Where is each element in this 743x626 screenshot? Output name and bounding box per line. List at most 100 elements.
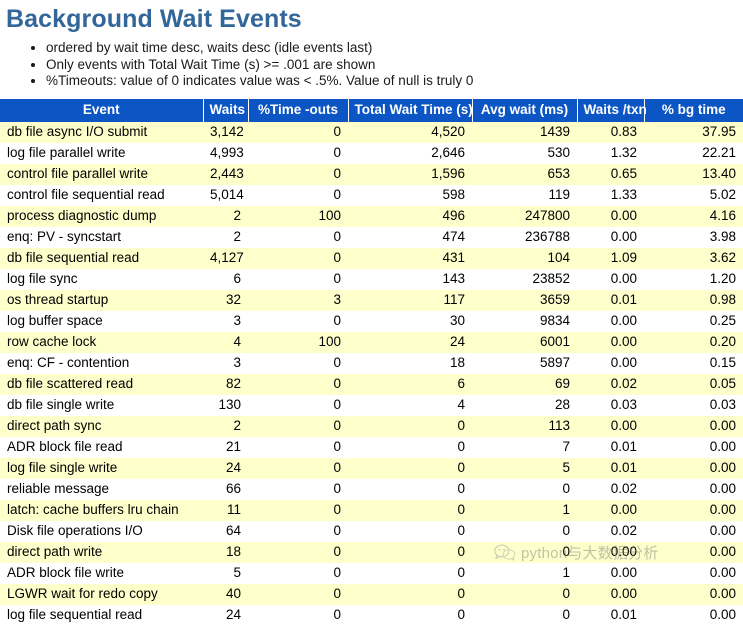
cell-value: 0.00 <box>577 332 644 354</box>
column-header-avg-wait[interactable]: Avg wait (ms) <box>471 99 578 123</box>
cell-value: 0 <box>472 605 577 626</box>
cell-value: 0.20 <box>644 332 743 354</box>
cell-value: 0.01 <box>577 458 644 480</box>
cell-value: 0 <box>248 584 348 606</box>
cell-value: 69 <box>472 374 577 396</box>
cell-value: 0 <box>348 521 472 543</box>
table-header-row: Event Waits %Time -outs Total Wait Time … <box>0 99 743 123</box>
cell-value: 66 <box>203 479 248 501</box>
cell-value: 0 <box>248 395 348 417</box>
cell-value: 117 <box>348 290 472 312</box>
table-row: control file parallel write 2,443 0 1,596 65… <box>0 164 743 186</box>
cell-value: 4,993 <box>203 143 248 165</box>
column-header-timeouts[interactable]: %Time -outs <box>247 99 349 123</box>
cell-value: 40 <box>203 584 248 606</box>
table-row: log file single write 24 0 0 5 0.01 0.00 <box>0 458 743 480</box>
table-row: direct path write 18 0 0 0 0.00 0.00 <box>0 542 743 564</box>
cell-value: 0.00 <box>644 479 743 501</box>
cell-event-name: row cache lock <box>0 332 203 354</box>
cell-value: 247800 <box>472 206 577 228</box>
table-row: row cache lock 4 100 24 6001 0.00 0.20 <box>0 332 743 354</box>
cell-value: 0.00 <box>644 437 743 459</box>
cell-value: 0 <box>248 143 348 165</box>
cell-value: 0 <box>248 353 348 375</box>
cell-value: 0.00 <box>644 458 743 480</box>
cell-value: 0 <box>248 605 348 626</box>
table-row: process diagnostic dump 2 100 496 247800 0.00… <box>0 206 743 228</box>
cell-value: 0.03 <box>644 395 743 417</box>
table-row: db file async I/O submit 3,142 0 4,520 1439 0… <box>0 122 743 144</box>
cell-value: 530 <box>472 143 577 165</box>
cell-value: 0 <box>348 500 472 522</box>
cell-value: 0 <box>248 542 348 564</box>
cell-value: 4.16 <box>644 206 743 228</box>
cell-value: 1439 <box>472 122 577 144</box>
cell-value: 0.03 <box>577 395 644 417</box>
cell-event-name: db file sequential read <box>0 248 203 270</box>
column-header-waits-txn[interactable]: Waits /txn <box>576 99 647 123</box>
page-title: Background Wait Events <box>6 5 302 33</box>
cell-value: 0 <box>248 521 348 543</box>
cell-value: 236788 <box>472 227 577 249</box>
cell-event-name: db file single write <box>0 395 203 417</box>
cell-value: 0 <box>472 479 577 501</box>
table-row: ADR block file write 5 0 0 1 0.00 0.00 <box>0 563 743 585</box>
cell-value: 3 <box>248 290 348 312</box>
cell-value: 431 <box>348 248 472 270</box>
notes-list: ordered by wait time desc, waits desc (i… <box>0 40 743 90</box>
cell-value: 3.62 <box>644 248 743 270</box>
cell-value: 119 <box>472 185 577 207</box>
cell-value: 0.05 <box>644 374 743 396</box>
table-row: LGWR wait for redo copy 40 0 0 0 0.00 0.00 <box>0 584 743 606</box>
cell-event-name: direct path write <box>0 542 203 564</box>
cell-value: 0 <box>348 479 472 501</box>
cell-value: 24 <box>203 605 248 626</box>
cell-value: 23852 <box>472 269 577 291</box>
column-header-waits[interactable]: Waits <box>202 99 249 123</box>
cell-value: 130 <box>203 395 248 417</box>
cell-value: 0.01 <box>577 437 644 459</box>
table-body: db file async I/O submit 3,142 0 4,520 1439 0… <box>0 122 743 626</box>
cell-value: 0.00 <box>577 227 644 249</box>
cell-value: 5897 <box>472 353 577 375</box>
cell-value: 0 <box>248 164 348 186</box>
cell-value: 0 <box>472 521 577 543</box>
cell-value: 0.00 <box>577 353 644 375</box>
cell-event-name: log file sync <box>0 269 203 291</box>
column-header-total-wait[interactable]: Total Wait Time (s) <box>347 99 473 123</box>
cell-value: 13.40 <box>644 164 743 186</box>
table-row: db file sequential read 4,127 0 431 104 1.09 3… <box>0 248 743 270</box>
cell-value: 0 <box>348 584 472 606</box>
cell-value: 24 <box>348 332 472 354</box>
cell-value: 113 <box>472 416 577 438</box>
cell-value: 0 <box>248 269 348 291</box>
cell-value: 0 <box>248 458 348 480</box>
background-wait-events-table: Event Waits %Time -outs Total Wait Time … <box>0 99 743 626</box>
table-row: control file sequential read 5,014 0 598 119… <box>0 185 743 207</box>
table-row: log file sync 6 0 143 23852 0.00 1.20 <box>0 269 743 291</box>
cell-event-name: ADR block file read <box>0 437 203 459</box>
column-header-event[interactable]: Event <box>0 99 204 123</box>
cell-event-name: Disk file operations I/O <box>0 521 203 543</box>
cell-value: 22.21 <box>644 143 743 165</box>
cell-value: 104 <box>472 248 577 270</box>
column-header-bg-time[interactable]: % bg time <box>643 99 743 123</box>
cell-event-name: enq: CF - contention <box>0 353 203 375</box>
cell-value: 653 <box>472 164 577 186</box>
cell-value: 3,142 <box>203 122 248 144</box>
cell-event-name: log buffer space <box>0 311 203 333</box>
cell-value: 0.15 <box>644 353 743 375</box>
cell-value: 0.01 <box>577 290 644 312</box>
cell-value: 1.09 <box>577 248 644 270</box>
table-row: log file sequential read 24 0 0 0 0.01 0.00 <box>0 605 743 626</box>
cell-event-name: latch: cache buffers lru chain <box>0 500 203 522</box>
cell-value: 2 <box>203 206 248 228</box>
cell-event-name: ADR block file write <box>0 563 203 585</box>
cell-value: 0.98 <box>644 290 743 312</box>
table-row: direct path sync 2 0 0 113 0.00 0.00 <box>0 416 743 438</box>
cell-value: 100 <box>248 206 348 228</box>
cell-value: 0.00 <box>644 605 743 626</box>
cell-value: 0.00 <box>577 584 644 606</box>
cell-value: 474 <box>348 227 472 249</box>
cell-event-name: db file async I/O submit <box>0 122 203 144</box>
